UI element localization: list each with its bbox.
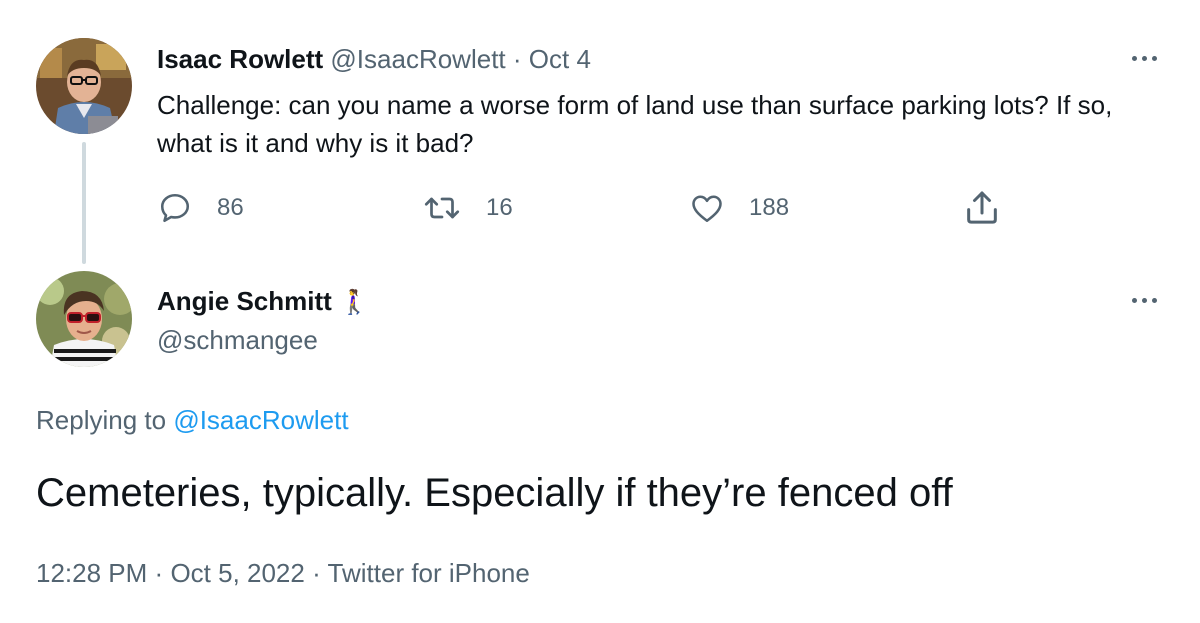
retweet-button[interactable]: 16 [422, 188, 513, 228]
like-count: 188 [749, 194, 790, 221]
share-icon [967, 191, 997, 224]
thread-connector-line [82, 142, 86, 264]
reply-tweet-more-icon[interactable] [1124, 288, 1164, 312]
tweet-timestamp-line: 12:28 PM · Oct 5, 2022 · Twitter for iPh… [36, 555, 530, 591]
original-tweet-text: Challenge: can you name a worse form of … [157, 90, 1113, 158]
retweet-icon [424, 197, 460, 219]
header-separator: · [512, 44, 522, 74]
original-tweet-header: Isaac Rowlett @IsaacRowlett · Oct 4 [157, 42, 591, 76]
reply-author-handle[interactable]: @schmangee [157, 323, 318, 357]
meta-separator-2: · [312, 558, 321, 588]
like-button[interactable]: 188 [689, 188, 789, 228]
isaac-rowlett-avatar[interactable] [36, 38, 132, 134]
reply-button[interactable]: 86 [157, 188, 244, 228]
reply-icon [160, 193, 190, 223]
heart-icon [692, 195, 722, 223]
meta-separator-1: · [154, 558, 164, 588]
share-button[interactable] [962, 188, 1002, 228]
angie-schmitt-avatar[interactable] [36, 271, 132, 367]
original-tweet-more-icon[interactable] [1124, 46, 1164, 70]
tweet-full-date[interactable]: Oct 5, 2022 [170, 558, 304, 588]
reply-count: 86 [217, 194, 244, 221]
reply-handle-text: @schmangee [157, 325, 318, 355]
replying-prefix: Replying to [36, 405, 167, 435]
replying-to-line: Replying to @IsaacRowlett [36, 402, 349, 438]
author-handle[interactable]: @IsaacRowlett [330, 44, 505, 74]
reply-author-name-row: Angie Schmitt 🚶‍♀️ [157, 284, 369, 320]
retweet-count: 16 [486, 194, 513, 221]
walking-person-emoji: 🚶‍♀️ [339, 289, 369, 316]
reply-author-name[interactable]: Angie Schmitt [157, 286, 332, 316]
reply-tweet-text: Cemeteries, typically. Especially if the… [36, 471, 953, 515]
tweet-date[interactable]: Oct 4 [529, 44, 591, 74]
tweet-time[interactable]: 12:28 PM [36, 558, 147, 588]
tweet-source[interactable]: Twitter for iPhone [328, 558, 530, 588]
author-name[interactable]: Isaac Rowlett [157, 44, 323, 74]
replying-to-link[interactable]: @IsaacRowlett [173, 405, 348, 435]
